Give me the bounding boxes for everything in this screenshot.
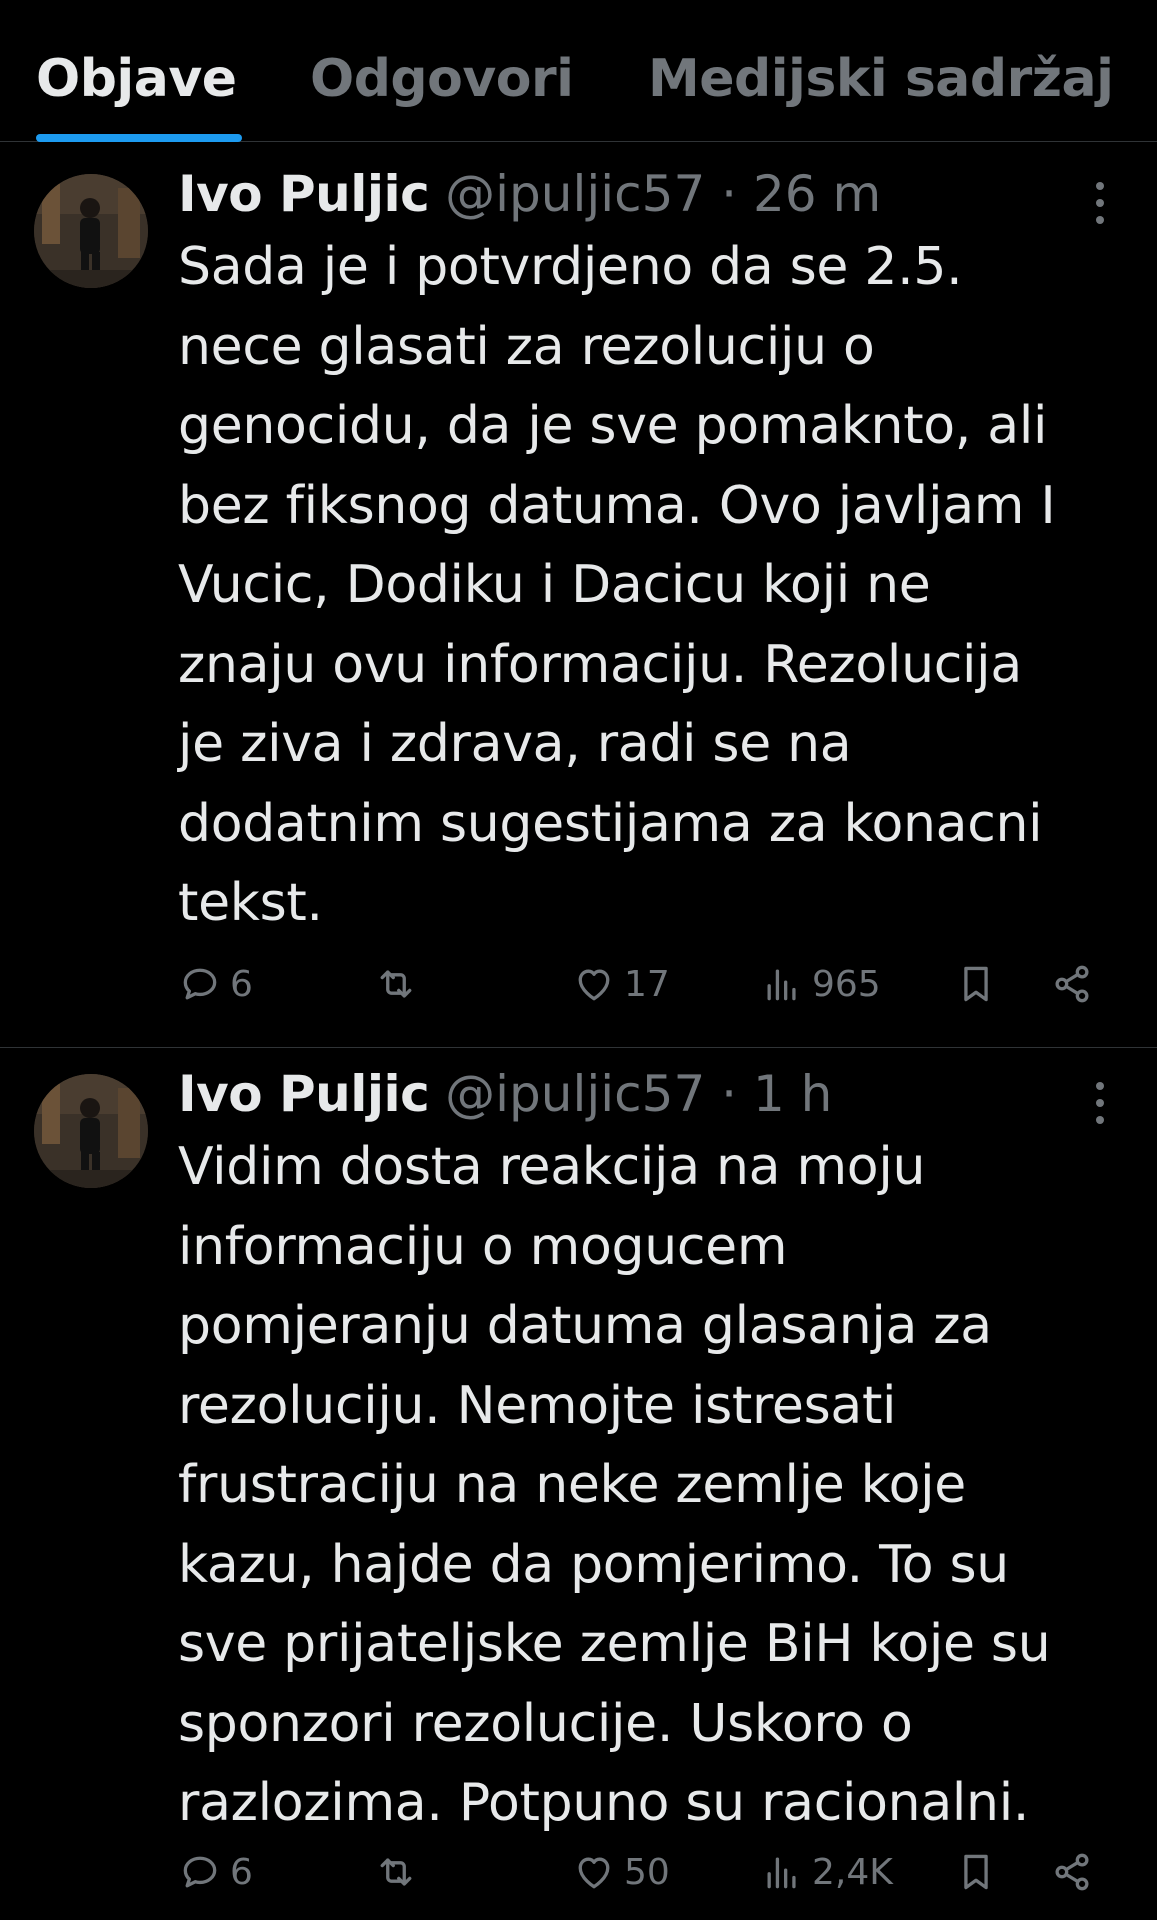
views-button[interactable]: 965 [760,954,881,1014]
reply-count: 6 [230,1851,253,1893]
retweet-icon [374,962,418,1006]
tweet-actions: 6 17 965 [178,954,1108,1014]
views-icon [760,1850,804,1894]
tweet[interactable]: Ivo Puljic @ipuljic57 · 26 m Sada je i p… [0,142,1157,1048]
bookmark-icon [954,1850,998,1894]
retweet-icon [374,1850,418,1894]
like-icon [572,1850,616,1894]
tweet-text: Vidim dosta reakcija na moju informaciju… [178,1137,1051,1833]
author-name[interactable]: Ivo Puljic [178,165,430,223]
tab-objave[interactable]: Objave [36,44,237,114]
tweet-text: Sada je i potvrdjeno da se 2.5. nece gla… [178,237,1056,933]
retweet-button[interactable] [374,954,418,1014]
author-name[interactable]: Ivo Puljic [178,1065,430,1123]
reply-button[interactable]: 6 [178,1842,253,1902]
more-options-icon[interactable] [1090,178,1110,228]
like-button[interactable]: 50 [572,1842,670,1902]
reply-button[interactable]: 6 [178,954,253,1014]
share-button[interactable] [1050,954,1094,1014]
active-tab-indicator [36,134,242,142]
tweet-actions: 6 50 2,4K [178,1842,1108,1902]
like-count: 50 [624,1851,670,1893]
retweet-button[interactable] [374,1842,418,1902]
views-count: 965 [812,963,881,1005]
views-count: 2,4K [812,1851,893,1893]
tweet-header: Ivo Puljic @ipuljic57 · 26 m [178,162,881,226]
bookmark-button[interactable] [954,954,998,1014]
author-handle[interactable]: @ipuljic57 [445,1065,705,1123]
like-button[interactable]: 17 [572,954,670,1014]
avatar[interactable] [34,174,148,288]
tweet-header: Ivo Puljic @ipuljic57 · 1 h [178,1062,832,1126]
share-icon [1050,1850,1094,1894]
profile-tabs: Objave Odgovori Medijski sadržaj [0,0,1157,142]
bookmark-icon [954,962,998,1006]
views-icon [760,962,804,1006]
timestamp[interactable]: 26 m [753,165,881,223]
share-button[interactable] [1050,1842,1094,1902]
tweet[interactable]: Ivo Puljic @ipuljic57 · 1 h Vidim dosta … [0,1048,1157,1920]
separator: · [705,1065,753,1123]
like-count: 17 [624,963,670,1005]
separator: · [705,165,753,223]
reply-count: 6 [230,963,253,1005]
reply-icon [178,1850,222,1894]
timestamp[interactable]: 1 h [753,1065,832,1123]
more-options-icon[interactable] [1090,1078,1110,1128]
avatar[interactable] [34,1074,148,1188]
views-button[interactable]: 2,4K [760,1842,893,1902]
reply-icon [178,962,222,1006]
share-icon [1050,962,1094,1006]
tab-medijski-sadrzaj[interactable]: Medijski sadržaj [648,44,1114,114]
tab-odgovori[interactable]: Odgovori [310,44,574,114]
like-icon [572,962,616,1006]
author-handle[interactable]: @ipuljic57 [445,165,705,223]
bookmark-button[interactable] [954,1842,998,1902]
